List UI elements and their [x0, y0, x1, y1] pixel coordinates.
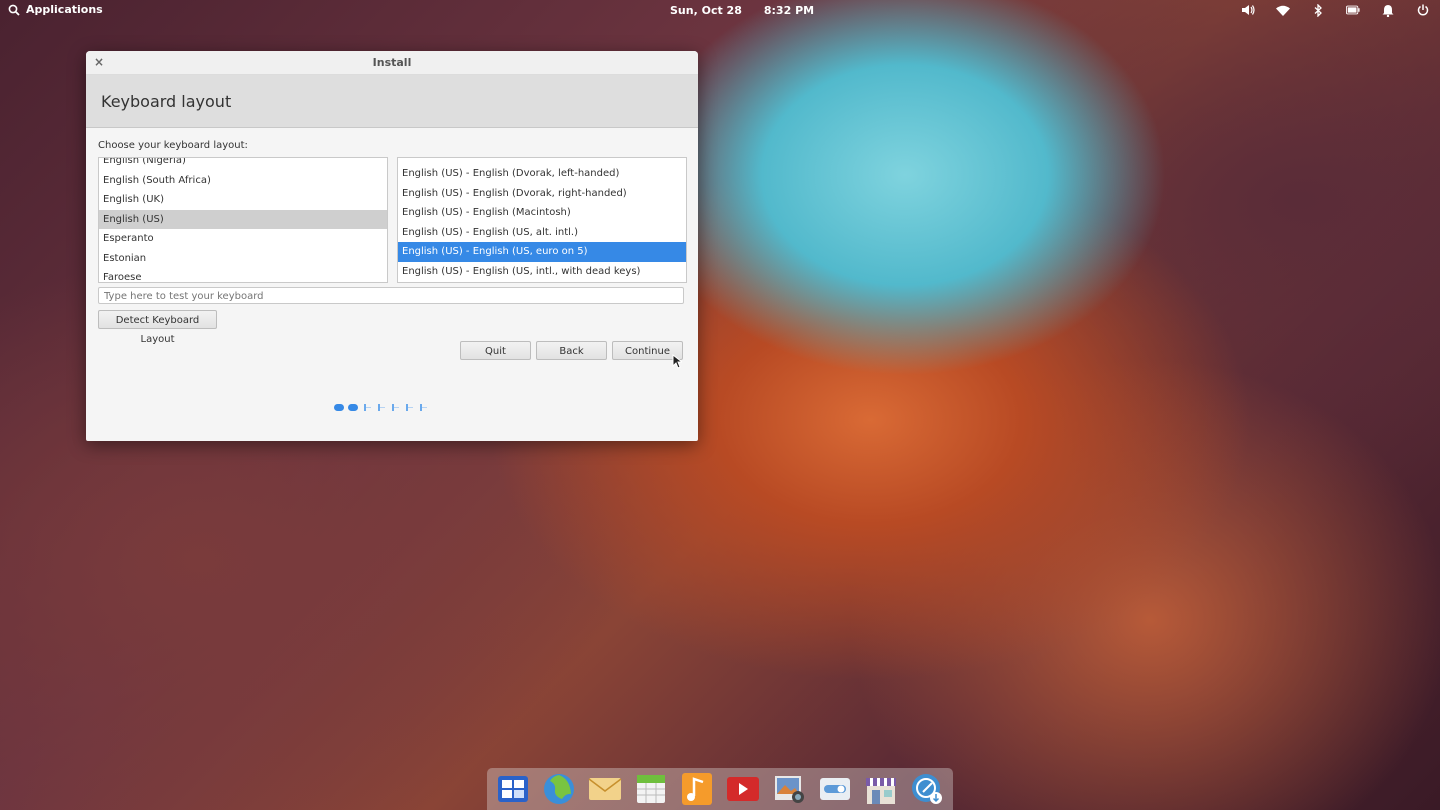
variant-item-selected[interactable]: English (US) - English (US, euro on 5) — [398, 242, 686, 262]
back-button[interactable]: Back — [536, 341, 607, 360]
progress-step-complete — [348, 404, 358, 411]
dock — [487, 768, 953, 810]
progress-step-complete — [334, 404, 344, 411]
layout-item-selected[interactable]: English (US) — [99, 209, 387, 229]
time-label: 8:32 PM — [763, 4, 815, 17]
page-title: Keyboard layout — [101, 92, 232, 111]
notifications-icon[interactable] — [1381, 3, 1395, 17]
progress-step — [390, 404, 400, 411]
web-browser-icon[interactable] — [540, 770, 578, 808]
photos-icon[interactable] — [770, 770, 808, 808]
variant-item[interactable]: English (US) - English (Dvorak, left-han… — [398, 164, 686, 184]
layout-item[interactable]: Esperanto — [99, 229, 387, 249]
window-titlebar[interactable]: × Install — [86, 51, 698, 75]
variant-item[interactable]: English (US) - English (US, intl., with … — [398, 262, 686, 282]
install-window: × Install Keyboard layout Choose your ke… — [86, 51, 698, 441]
progress-indicator — [334, 404, 428, 411]
window-title: Install — [372, 56, 412, 69]
layout-list[interactable]: English (Nigeria) English (South Africa)… — [98, 157, 388, 283]
keyboard-test-field[interactable] — [98, 287, 684, 304]
layout-prompt: Choose your keyboard layout: — [98, 140, 248, 151]
variant-item[interactable]: English (US) - English (US, alt. intl.) — [398, 223, 686, 243]
variant-item[interactable]: English (US) - English (Dvorak, right-ha… — [398, 184, 686, 204]
layout-item[interactable]: English (South Africa) — [99, 171, 387, 191]
close-icon[interactable]: × — [94, 51, 104, 74]
mouse-pointer-icon — [672, 354, 682, 369]
layout-item[interactable]: English (UK) — [99, 190, 387, 210]
detect-keyboard-button[interactable]: Detect Keyboard Layout — [98, 310, 217, 345]
applications-menu[interactable]: Applications — [8, 3, 103, 16]
installer-icon[interactable] — [908, 770, 946, 808]
layout-item[interactable]: Faroese — [99, 268, 387, 282]
power-icon[interactable] — [1416, 3, 1430, 17]
progress-step — [404, 404, 414, 411]
search-icon — [8, 4, 20, 16]
calendar-icon[interactable] — [632, 770, 670, 808]
system-settings-icon[interactable] — [816, 770, 854, 808]
mail-icon[interactable] — [586, 770, 624, 808]
volume-icon[interactable] — [1241, 3, 1255, 17]
page-header: Keyboard layout — [86, 75, 698, 128]
videos-icon[interactable] — [724, 770, 762, 808]
appcenter-icon[interactable] — [862, 770, 900, 808]
layout-item[interactable]: Estonian — [99, 249, 387, 269]
top-panel: Applications Sun, Oct 28 8:32 PM — [0, 0, 1440, 22]
progress-step — [376, 404, 386, 411]
variant-item[interactable]: English (US) - English (Macintosh) — [398, 203, 686, 223]
variant-list[interactable]: English (US) - English (Dvorak, left-han… — [397, 157, 687, 283]
indicator-area — [1241, 3, 1430, 17]
music-icon[interactable] — [678, 770, 716, 808]
wifi-icon[interactable] — [1276, 3, 1290, 17]
bluetooth-icon[interactable] — [1311, 3, 1325, 17]
datetime-indicator[interactable]: Sun, Oct 28 8:32 PM — [670, 4, 814, 17]
applications-label: Applications — [26, 3, 103, 16]
multitasking-view-icon[interactable] — [494, 770, 532, 808]
progress-step — [362, 404, 372, 411]
progress-step — [418, 404, 428, 411]
battery-icon[interactable] — [1346, 3, 1360, 17]
date-label: Sun, Oct 28 — [670, 4, 742, 17]
keyboard-test-input[interactable] — [104, 291, 683, 302]
quit-button[interactable]: Quit — [460, 341, 531, 360]
layout-item[interactable]: English (Nigeria) — [99, 158, 387, 171]
